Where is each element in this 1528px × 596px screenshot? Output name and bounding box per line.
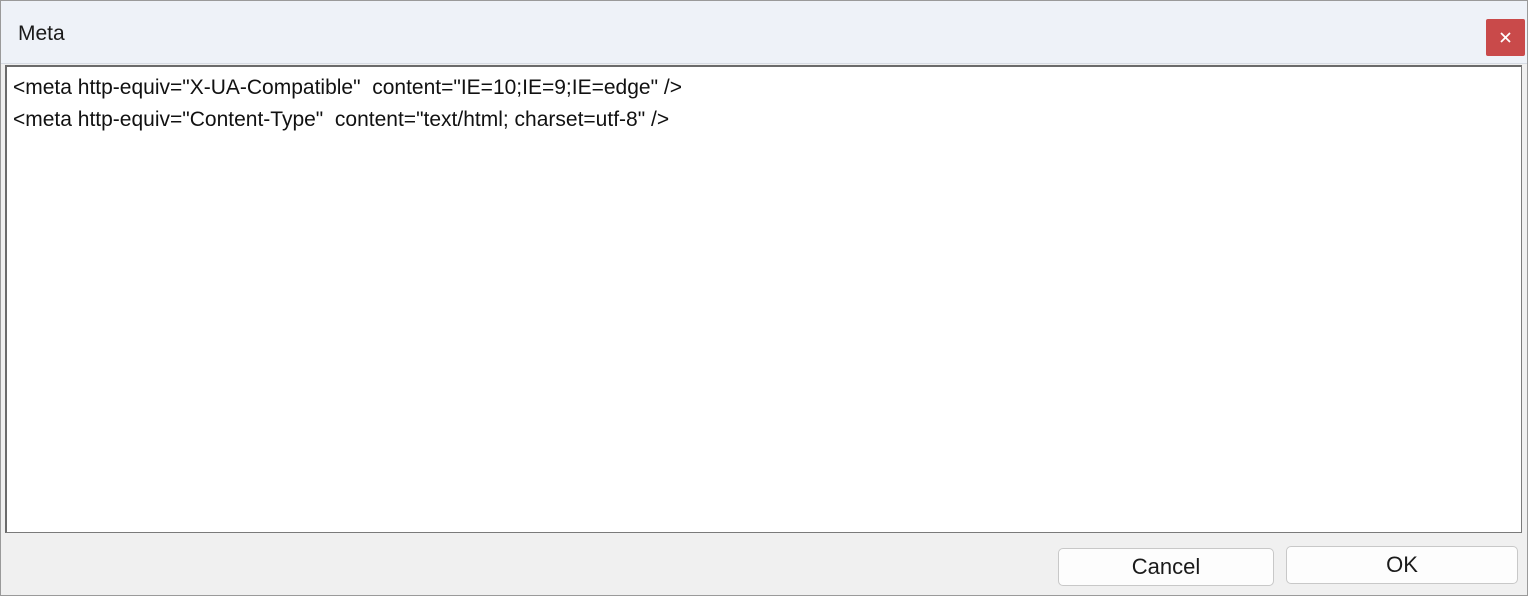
editor-line: <meta http-equiv="X-UA-Compatible" conte… <box>13 76 682 99</box>
close-icon <box>1500 32 1511 43</box>
dialog-title: Meta <box>18 22 65 45</box>
editor-line: <meta http-equiv="Content-Type" content=… <box>13 108 670 131</box>
meta-dialog: Meta <meta http-equiv="X-UA-Compatible" … <box>0 0 1528 596</box>
ok-button[interactable]: OK <box>1286 546 1518 584</box>
dialog-footer: Cancel OK <box>1 534 1527 595</box>
close-button[interactable] <box>1486 19 1525 56</box>
meta-text-editor[interactable]: <meta http-equiv="X-UA-Compatible" conte… <box>5 65 1522 533</box>
cancel-button[interactable]: Cancel <box>1058 548 1274 586</box>
title-bar: Meta <box>1 1 1527 64</box>
